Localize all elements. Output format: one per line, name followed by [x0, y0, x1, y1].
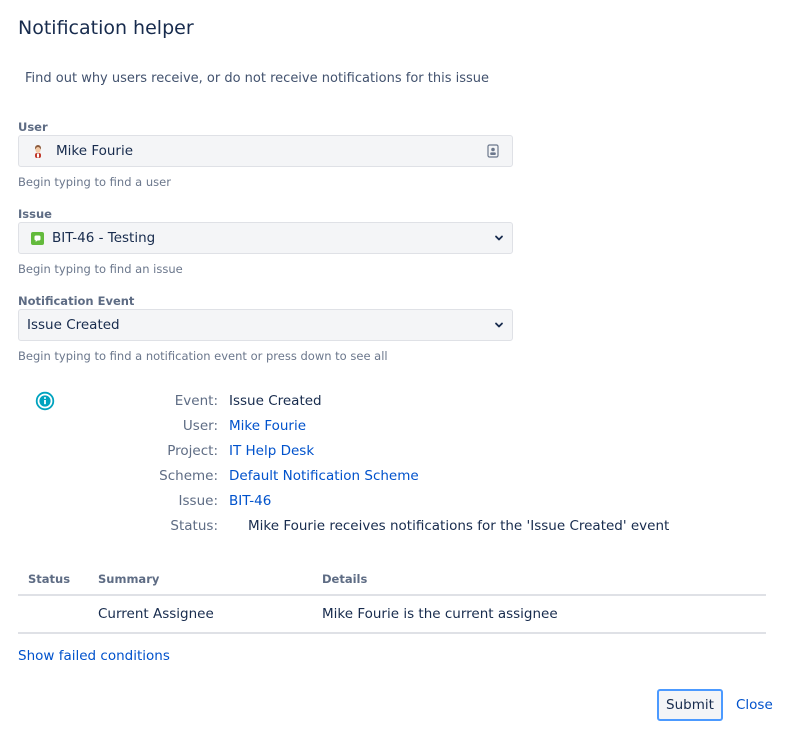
detail-event-value: Issue Created — [229, 393, 322, 409]
chevron-down-icon[interactable] — [494, 233, 504, 243]
detail-project-label: Project: — [167, 443, 218, 459]
table-cell-summary: Current Assignee — [98, 606, 214, 622]
detail-project-row: Project: IT Help Desk — [0, 443, 787, 463]
table-header-summary: Summary — [98, 572, 160, 586]
submit-button[interactable]: Submit — [657, 689, 723, 721]
detail-issue-link[interactable]: BIT-46 — [229, 493, 271, 509]
detail-status-label: Status: — [170, 518, 218, 534]
detail-issue-row: Issue: BIT-46 — [0, 493, 787, 513]
contact-card-icon[interactable] — [487, 144, 499, 158]
detail-event-label: Event: — [174, 393, 218, 409]
detail-scheme-row: Scheme: Default Notification Scheme — [0, 468, 787, 488]
detail-user-link[interactable]: Mike Fourie — [229, 418, 306, 434]
detail-user-row: User: Mike Fourie — [0, 418, 787, 438]
detail-user-label: User: — [182, 418, 218, 434]
table-row-divider — [18, 632, 766, 634]
show-failed-conditions-link[interactable]: Show failed conditions — [18, 648, 170, 664]
event-select-value: Issue Created — [27, 317, 120, 333]
dialog-intro: Find out why users receive, or do not re… — [25, 71, 490, 86]
close-link[interactable]: Close — [736, 697, 773, 713]
detail-status-value: Mike Fourie receives notifications for t… — [248, 518, 670, 534]
table-header-divider — [18, 594, 766, 596]
issue-field-hint: Begin typing to find an issue — [18, 262, 183, 276]
story-icon — [31, 231, 44, 245]
detail-scheme-link[interactable]: Default Notification Scheme — [229, 468, 419, 484]
detail-project-link[interactable]: IT Help Desk — [229, 443, 314, 459]
event-field-label: Notification Event — [18, 294, 135, 308]
table-header-details: Details — [322, 572, 368, 586]
event-field-hint: Begin typing to find a notification even… — [18, 349, 388, 363]
detail-event-row: Event: Issue Created — [0, 393, 787, 413]
event-select[interactable]: Issue Created — [18, 309, 513, 341]
detail-status-row: Status: Mike Fourie receives notificatio… — [0, 518, 787, 538]
table-cell-details: Mike Fourie is the current assignee — [322, 606, 558, 622]
issue-select[interactable]: BIT-46 - Testing — [18, 222, 513, 254]
user-field-value: Mike Fourie — [56, 143, 134, 159]
user-field[interactable]: Mike Fourie — [18, 135, 513, 167]
table-header-status: Status — [28, 572, 71, 586]
detail-issue-label: Issue: — [178, 493, 218, 509]
issue-select-value: BIT-46 - Testing — [52, 230, 156, 246]
detail-scheme-label: Scheme: — [159, 468, 218, 484]
user-field-label: User — [18, 120, 48, 134]
user-field-hint: Begin typing to find a user — [18, 175, 171, 189]
chevron-down-icon[interactable] — [494, 320, 504, 330]
user-avatar-icon — [30, 143, 46, 159]
dialog-title: Notification helper — [18, 17, 194, 39]
issue-field-label: Issue — [18, 207, 52, 221]
